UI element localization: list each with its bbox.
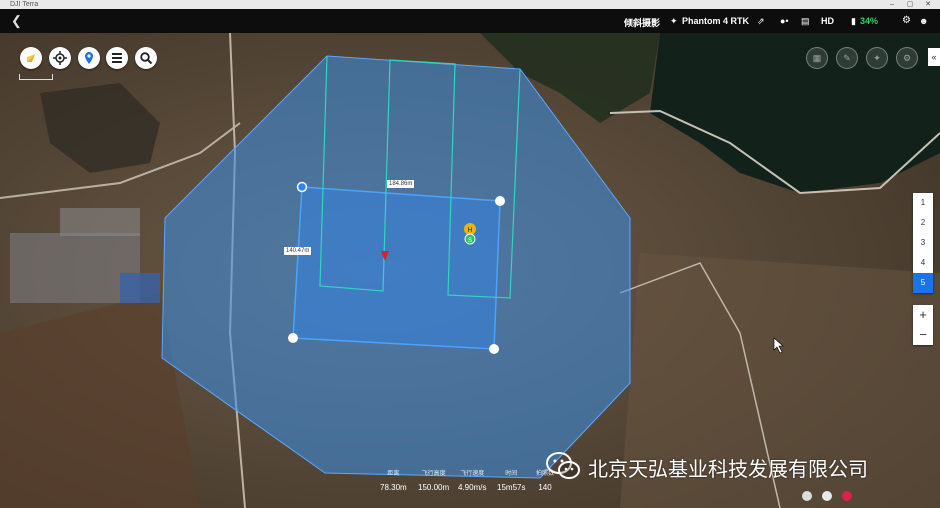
- drone-icon: ✦: [670, 16, 678, 26]
- stat-time: 时间 15m57s: [497, 468, 525, 492]
- stat-altitude: 飞行高度 150.00m: [418, 468, 449, 492]
- vertex-handle[interactable]: [489, 344, 499, 354]
- minimize-button[interactable]: –: [884, 0, 900, 9]
- vertex-handle[interactable]: [495, 196, 505, 206]
- watermark-text: 北京天弘基业科技发展有限公司: [588, 459, 868, 481]
- window-title: DJI Terra: [10, 1, 39, 8]
- search-icon[interactable]: [135, 47, 157, 69]
- window-titlebar: DJI Terra – ▢ ✕: [0, 0, 940, 9]
- step-1-button[interactable]: 1: [913, 193, 933, 213]
- alert-icon[interactable]: [842, 491, 852, 501]
- zoom-controls: + −: [913, 305, 933, 345]
- pin-icon[interactable]: [78, 47, 100, 69]
- gear-icon[interactable]: ⚙: [902, 15, 911, 26]
- village-area: [60, 208, 140, 236]
- stat-value: 15m57s: [497, 483, 526, 492]
- close-button[interactable]: ✕: [920, 0, 936, 9]
- list-icon[interactable]: [106, 47, 128, 69]
- layers-icon[interactable]: ▦: [806, 47, 828, 69]
- stat-value: 150.00m: [418, 483, 450, 492]
- dimension-label-top: 184.86m: [387, 180, 415, 188]
- step-5-button[interactable]: 5: [913, 273, 933, 293]
- stat-value: 4.90m/s: [458, 483, 487, 492]
- step-2-button[interactable]: 2: [913, 213, 933, 233]
- top-status-bar: ❮ 倾斜摄影 ✦ Phantom 4 RTK ⇗ ●• ▤ HD ▮ 34% ⚙…: [0, 9, 940, 33]
- edit-icon[interactable]: ✎: [836, 47, 858, 69]
- compass-icon[interactable]: [20, 47, 42, 69]
- stat-label: 距离: [387, 471, 400, 477]
- collapse-panel-button[interactable]: «: [928, 48, 940, 66]
- record-icon[interactable]: [822, 491, 832, 501]
- vertex-handle[interactable]: [288, 333, 298, 343]
- building-roof: [120, 273, 160, 303]
- chevron-left-icon[interactable]: ❮: [11, 13, 22, 29]
- stat-label: 飞行高度: [421, 471, 446, 477]
- stat-label: 时间: [505, 471, 518, 477]
- hd-signal-label: HD: [821, 16, 834, 26]
- stat-speed: 飞行速度 4.90m/s: [458, 468, 486, 492]
- survey-area[interactable]: [292, 186, 501, 350]
- battery-level: 34%: [860, 16, 879, 26]
- stat-distance: 距离 78.30m: [380, 468, 407, 492]
- rc-icon: ▤: [801, 16, 810, 26]
- remote-signal-icon: ●•: [780, 16, 789, 26]
- satellite-map[interactable]: H S: [0, 33, 940, 508]
- vertex-handle[interactable]: [296, 181, 308, 193]
- step-4-button[interactable]: 4: [913, 253, 933, 273]
- home-point-label: H: [467, 227, 472, 234]
- drone-view-icon[interactable]: ✦: [866, 47, 888, 69]
- dimension-label-left: 140.47m: [284, 247, 312, 255]
- zoom-out-button[interactable]: −: [913, 325, 933, 345]
- step-3-button[interactable]: 3: [913, 233, 933, 253]
- user-icon[interactable]: ☻: [919, 16, 928, 26]
- wechat-icon: [546, 452, 580, 479]
- start-point-label: S: [468, 237, 473, 244]
- camera-icon[interactable]: [802, 491, 812, 501]
- maximize-button[interactable]: ▢: [902, 0, 918, 9]
- stat-value: 78.30m: [380, 483, 407, 492]
- stat-value: 140: [538, 483, 552, 492]
- settings-icon[interactable]: ⚙: [896, 47, 918, 69]
- drone-model: Phantom 4 RTK: [682, 16, 750, 26]
- stat-label: 飞行速度: [460, 471, 485, 477]
- zoom-in-button[interactable]: +: [913, 305, 933, 325]
- locate-icon[interactable]: [49, 47, 71, 69]
- map-scale-bar: [19, 74, 53, 80]
- route-step-selector: 1 2 3 4 5: [913, 193, 933, 293]
- map-canvas[interactable]: H S: [0, 33, 940, 508]
- satellite-icon: ⇗: [757, 16, 765, 26]
- battery-icon: ▮: [851, 16, 856, 26]
- mission-name: 倾斜摄影: [624, 18, 661, 28]
